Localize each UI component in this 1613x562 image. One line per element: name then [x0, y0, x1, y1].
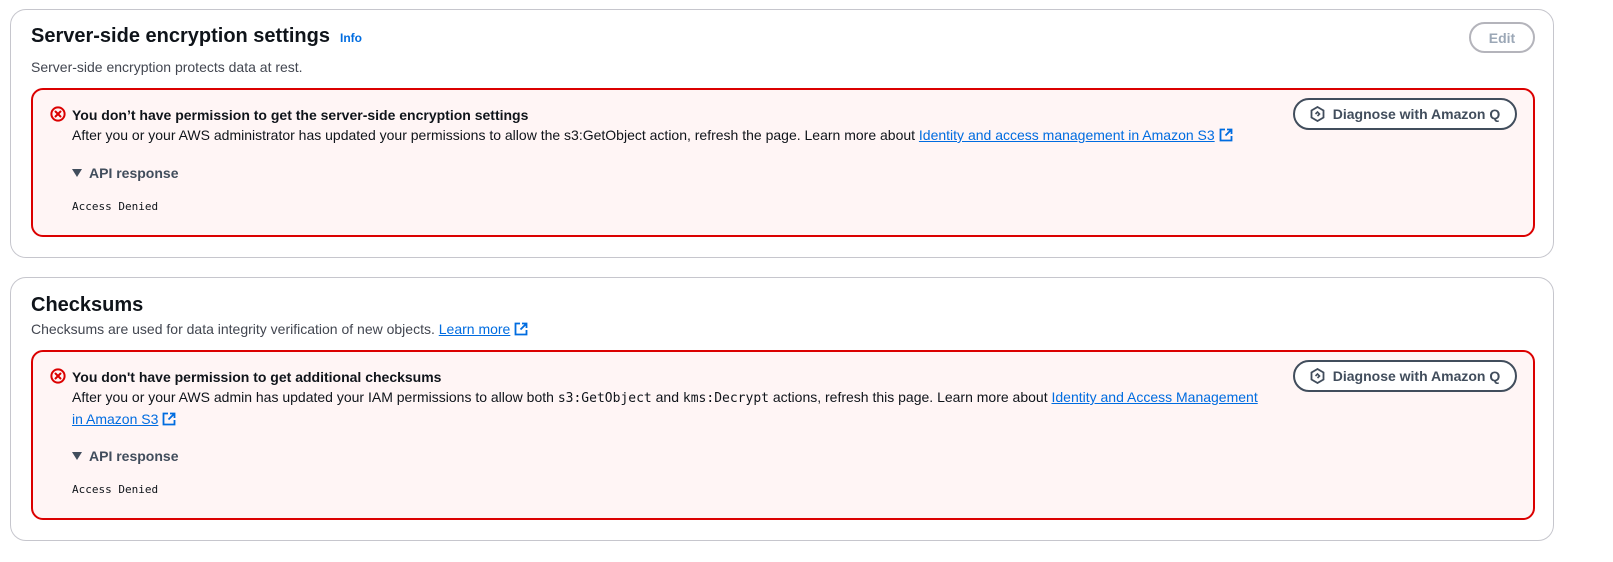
- external-link-icon: [162, 412, 176, 426]
- external-link-icon: [1219, 128, 1233, 142]
- error-icon: [50, 106, 66, 122]
- api-response-toggle[interactable]: API response: [72, 448, 178, 464]
- learn-more-label: Learn more: [438, 321, 511, 337]
- sse-settings-card: Server-side encryption settings Info Ser…: [10, 9, 1554, 258]
- sse-alert-message: After you or your AWS administrator has …: [72, 127, 919, 143]
- checksums-alert-text-1: After you or your AWS admin has updated …: [72, 389, 558, 405]
- sse-alert-title: You don’t have permission to get the ser…: [72, 107, 529, 123]
- sse-settings-header: Server-side encryption settings Info: [31, 25, 362, 48]
- checksums-alert-text: After you or your AWS admin has updated …: [72, 387, 1263, 429]
- diagnose-button-label: Diagnose with Amazon Q: [1332, 106, 1501, 122]
- error-icon: [50, 368, 66, 384]
- iam-docs-link[interactable]: Identity and access management in Amazon…: [919, 127, 1233, 143]
- api-response-value: Access Denied: [72, 483, 159, 496]
- checksums-description: Checksums are used for data integrity ve…: [31, 321, 528, 337]
- diagnose-with-amazon-q-button[interactable]: Diagnose with Amazon Q: [1293, 360, 1517, 392]
- info-link[interactable]: Info: [340, 31, 362, 45]
- amazon-q-icon: [1310, 106, 1325, 122]
- sse-alert-text: After you or your AWS administrator has …: [72, 125, 1263, 145]
- sse-permission-error-alert: You don’t have permission to get the ser…: [31, 88, 1535, 237]
- checksums-alert-text-3: actions, refresh this page. Learn more a…: [768, 389, 1052, 405]
- checksums-alert-title: You don't have permission to get additio…: [72, 369, 442, 385]
- checksums-description-text: Checksums are used for data integrity ve…: [31, 321, 439, 337]
- api-response-value: Access Denied: [72, 200, 159, 213]
- checksums-card: Checksums Checksums are used for data in…: [10, 277, 1554, 541]
- diagnose-with-amazon-q-button[interactable]: Diagnose with Amazon Q: [1293, 98, 1517, 130]
- sse-alert-body: You don’t have permission to get the ser…: [72, 105, 1263, 145]
- api-response-toggle[interactable]: API response: [72, 165, 178, 181]
- sse-settings-title: Server-side encryption settings: [31, 25, 330, 47]
- checksums-alert-text-2: and: [651, 389, 683, 405]
- s3-getobject-code: s3:GetObject: [557, 391, 652, 406]
- edit-button[interactable]: Edit: [1469, 22, 1535, 53]
- checksums-header: Checksums: [31, 294, 143, 317]
- checksums-permission-error-alert: You don't have permission to get additio…: [31, 350, 1535, 520]
- sse-settings-description: Server-side encryption protects data at …: [31, 59, 303, 75]
- api-response-label: API response: [89, 448, 179, 464]
- amazon-q-icon: [1310, 368, 1325, 384]
- caret-down-icon: [72, 169, 82, 177]
- kms-decrypt-code: kms:Decrypt: [682, 391, 769, 406]
- diagnose-button-label: Diagnose with Amazon Q: [1332, 368, 1501, 384]
- caret-down-icon: [72, 452, 82, 460]
- external-link-icon: [514, 322, 528, 336]
- learn-more-link[interactable]: Learn more: [439, 321, 529, 337]
- api-response-label: API response: [89, 165, 179, 181]
- checksums-alert-body: You don't have permission to get additio…: [72, 367, 1263, 429]
- checksums-title: Checksums: [31, 294, 144, 316]
- iam-docs-link-label: Identity and access management in Amazon…: [918, 127, 1215, 143]
